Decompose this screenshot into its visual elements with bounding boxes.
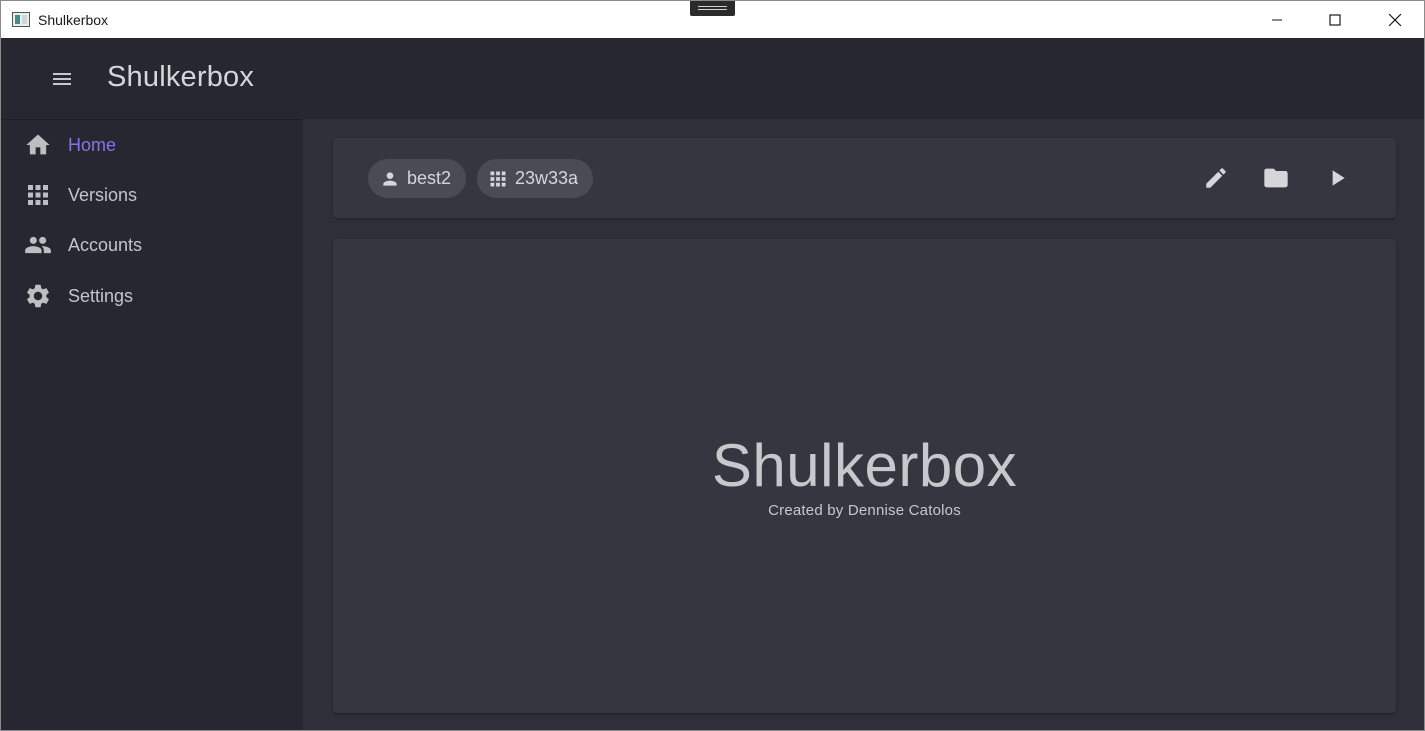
play-button[interactable]: [1318, 159, 1356, 197]
maximize-icon: [1329, 13, 1341, 26]
hero-title: Shulkerbox: [711, 432, 1018, 499]
hero-subtitle: Created by Dennise Catolos: [768, 502, 961, 519]
account-chip-label: best2: [407, 168, 452, 188]
app-icon: [12, 12, 30, 27]
sidebar-item-versions[interactable]: Versions: [1, 170, 303, 220]
grid-icon: [489, 168, 508, 190]
launch-toolbar: best2 23w33a: [333, 138, 1396, 218]
app-bar: Shulkerbox: [1, 38, 1424, 119]
grid-icon: [24, 181, 52, 209]
maximize-button[interactable]: [1306, 1, 1364, 38]
pencil-icon: [1206, 168, 1226, 188]
sidebar-item-home[interactable]: Home: [1, 120, 303, 170]
close-button[interactable]: [1366, 1, 1424, 38]
minimize-icon: [1272, 19, 1282, 20]
home-icon: [24, 131, 52, 159]
sidebar-item-label: Settings: [68, 285, 134, 306]
sidebar-item-label: Home: [68, 134, 117, 155]
version-chip[interactable]: 23w33a: [477, 159, 593, 198]
close-icon: [1388, 13, 1402, 26]
sidebar-nav: Home Versions Accounts Settings: [1, 119, 303, 730]
minimize-button[interactable]: [1248, 1, 1306, 38]
people-icon: [24, 231, 52, 259]
sidebar-item-settings[interactable]: Settings: [1, 271, 303, 321]
account-chip[interactable]: best2: [368, 159, 466, 198]
window-titlebar[interactable]: Shulkerbox: [1, 1, 1424, 38]
play-icon: [1332, 170, 1345, 186]
window-title: Shulkerbox: [38, 12, 109, 28]
sidebar-item-accounts[interactable]: Accounts: [1, 220, 303, 270]
home-card: Shulkerbox Created by Dennise Catolos: [333, 239, 1396, 713]
menu-icon: [53, 73, 71, 85]
menu-button[interactable]: [43, 60, 81, 98]
snap-handle[interactable]: [690, 1, 735, 16]
edit-button[interactable]: [1197, 159, 1235, 197]
sidebar-item-label: Accounts: [68, 234, 143, 255]
app-title: Shulkerbox: [107, 61, 255, 93]
app-window: Shulkerbox Shulkerbox Home Versions Acco…: [0, 0, 1425, 731]
version-chip-label: 23w33a: [514, 168, 578, 188]
folder-icon: [1264, 168, 1288, 188]
main-content: best2 23w33a Shulkerbox Created by Denni…: [303, 119, 1424, 730]
open-folder-button[interactable]: [1257, 159, 1295, 197]
gear-icon: [24, 282, 52, 310]
sidebar-item-label: Versions: [68, 184, 138, 205]
person-icon: [380, 168, 400, 190]
